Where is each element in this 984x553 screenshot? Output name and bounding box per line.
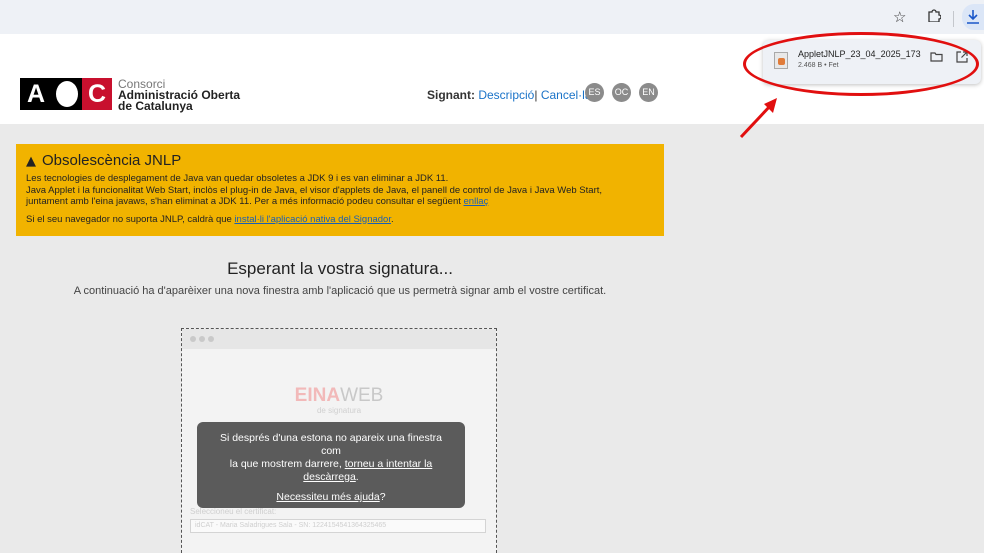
toolbar-separator <box>953 11 954 27</box>
warning-p3-text: juntament amb l'eina javaws, s'han elimi… <box>26 196 464 207</box>
warning-paragraph-4: Si el seu navegador no suporta JNLP, cal… <box>26 214 654 226</box>
browser-toolbar: ☆ <box>0 0 984 34</box>
overlay-help-end: ? <box>379 491 386 503</box>
warning-paragraph-2: Java Applet i la funcionalitat Web Start… <box>26 184 603 196</box>
logo-letter-a: A <box>20 78 52 110</box>
lang-oc-button[interactable]: OC <box>612 83 631 102</box>
logo-letter-o <box>52 78 82 110</box>
window-dot <box>190 336 196 342</box>
highlight-ellipse <box>743 32 979 96</box>
warning-title: ▲ Obsolescència JNLP <box>26 152 654 169</box>
install-native-app-link[interactable]: instal·li l'aplicació nativa del Signado… <box>234 214 391 225</box>
einaweb-bold: EINA <box>294 385 341 406</box>
extensions-icon[interactable] <box>927 8 942 26</box>
overlay-line-2-text: la que mostrem darrere, <box>229 458 345 470</box>
overlay-help: Necessiteu més ajuda? <box>209 491 453 504</box>
warning-paragraph-3: juntament amb l'eina javaws, s'han elimi… <box>26 196 654 208</box>
window-dot <box>208 336 214 342</box>
aoc-logo[interactable]: A C <box>20 78 112 110</box>
certificate-select-label: Seleccioneu el certificat: <box>190 507 277 516</box>
applet-titlebar <box>182 329 496 349</box>
org-name: Consorci Administració Oberta de Catalun… <box>118 78 240 113</box>
warning-p4-text: Si el seu navegador no suporta JNLP, cal… <box>26 213 235 225</box>
page-content: A C Consorci Administració Oberta de Cat… <box>0 62 984 553</box>
logo-letter-c: C <box>82 78 112 110</box>
descripcio-link[interactable]: Descripció <box>478 88 534 102</box>
waiting-title: Esperant la vostra signatura... <box>227 259 453 278</box>
signant-bar: Signant: Descripció| Cancel·la <box>427 88 592 102</box>
waiting-subtitle: A continuació ha d'aparèixer una nova fi… <box>73 285 607 297</box>
warning-paragraph-1: Les tecnologies de desplegament de Java … <box>26 173 449 184</box>
star-icon[interactable]: ☆ <box>893 8 906 26</box>
overlay-line-2: la que mostrem darrere, torneu a intenta… <box>209 458 453 484</box>
downloads-button[interactable] <box>962 4 984 30</box>
highlight-arrow <box>739 98 777 139</box>
einaweb-logo: EINAWEB <box>182 385 496 407</box>
window-dot <box>199 336 205 342</box>
einaweb-rest: WEB <box>340 385 384 406</box>
cancel-link[interactable]: Cancel·la <box>541 88 592 102</box>
download-icon <box>967 10 979 24</box>
jnlp-warning-box: ▲ Obsolescència JNLP Les tecnologies de d… <box>16 144 664 236</box>
retry-download-overlay: Si després d'una estona no apareix una f… <box>197 422 465 508</box>
more-help-link[interactable]: Necessiteu més ajuda <box>276 491 379 503</box>
signant-label: Signant: <box>427 88 475 102</box>
warning-p4-end: . <box>390 213 394 225</box>
warning-icon: ▲ <box>26 154 36 169</box>
org-line-3: de Catalunya <box>118 99 193 113</box>
overlay-line-1: Si després d'una estona no apareix una f… <box>219 432 443 457</box>
more-info-link[interactable]: enllaç <box>464 196 489 207</box>
overlay-line-2-end: . <box>355 471 359 483</box>
certificate-select: idCAT - Maria Saladrigues Sala - SN: 122… <box>190 519 486 533</box>
lang-es-button[interactable]: ES <box>585 83 604 102</box>
einaweb-subtitle: de signatura <box>316 406 362 415</box>
lang-en-button[interactable]: EN <box>639 83 658 102</box>
warning-title-text: Obsolescència JNLP <box>42 152 182 169</box>
link-separator: | <box>534 88 538 102</box>
